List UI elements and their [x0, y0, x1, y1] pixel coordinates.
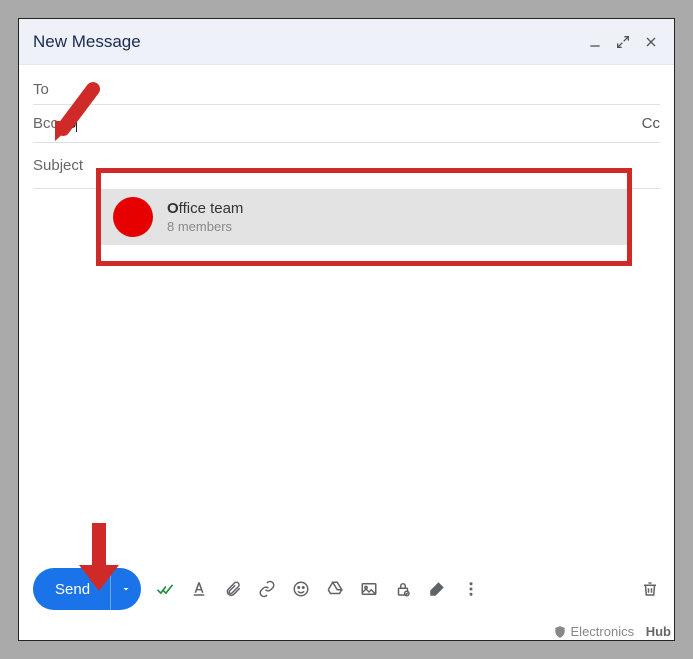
- to-label: To: [33, 81, 49, 98]
- watermark-shield-icon: [553, 625, 567, 639]
- more-options-icon[interactable]: [461, 579, 481, 599]
- contact-suggestion-popup: Office team 8 members: [96, 168, 632, 266]
- watermark: Electronics Hub: [553, 624, 671, 639]
- confidential-mode-icon[interactable]: [393, 579, 413, 599]
- bcc-typed: o: [68, 115, 76, 132]
- minimize-icon[interactable]: [586, 33, 604, 51]
- bcc-row[interactable]: Bcc o Cc: [33, 105, 660, 143]
- format-text-icon[interactable]: [189, 579, 209, 599]
- to-row[interactable]: To: [33, 71, 660, 105]
- contact-text: Office team 8 members: [167, 200, 243, 234]
- contact-subtitle: 8 members: [167, 219, 243, 234]
- subject-label: Subject: [33, 157, 83, 174]
- bcc-input[interactable]: [77, 115, 641, 132]
- window-title: New Message: [33, 32, 141, 52]
- send-label: Send: [33, 568, 111, 610]
- close-icon[interactable]: [642, 33, 660, 51]
- compose-window: New Message To Bcc o Cc Subject: [18, 18, 675, 641]
- spellcheck-icon[interactable]: [155, 579, 175, 599]
- discard-draft-icon[interactable]: [640, 579, 660, 599]
- contact-avatar: [113, 197, 153, 237]
- contact-name: Office team: [167, 200, 243, 217]
- send-more-dropdown[interactable]: [111, 568, 141, 610]
- send-button[interactable]: Send: [33, 568, 141, 610]
- insert-signature-icon[interactable]: [427, 579, 447, 599]
- emoji-icon[interactable]: [291, 579, 311, 599]
- bcc-label: Bcc: [33, 115, 58, 132]
- cc-toggle[interactable]: Cc: [642, 115, 660, 132]
- titlebar: New Message: [19, 19, 674, 65]
- attach-file-icon[interactable]: [223, 579, 243, 599]
- insert-link-icon[interactable]: [257, 579, 277, 599]
- expand-icon[interactable]: [614, 33, 632, 51]
- insert-drive-icon[interactable]: [325, 579, 345, 599]
- insert-image-icon[interactable]: [359, 579, 379, 599]
- contact-suggestion-item[interactable]: Office team 8 members: [101, 189, 627, 245]
